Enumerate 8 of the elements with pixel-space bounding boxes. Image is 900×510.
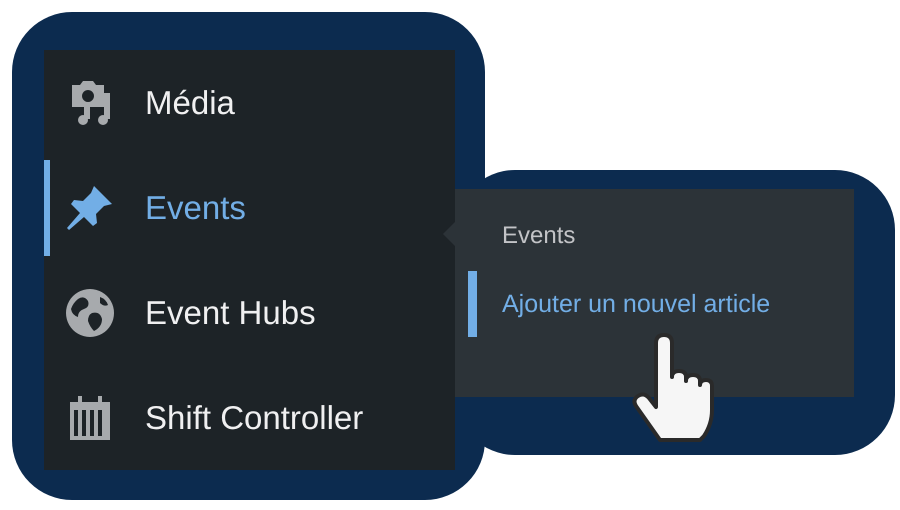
globe-icon	[66, 288, 114, 336]
sidebar-item[interactable]: Shift Controller	[44, 370, 455, 466]
sidebar-item[interactable]: Média	[44, 54, 455, 150]
sidebar-item[interactable]: Event Hubs	[44, 264, 455, 360]
media-icon	[72, 80, 110, 124]
calendar-icon	[70, 396, 110, 440]
submenu-title[interactable]: Events	[502, 222, 576, 250]
pushpin-icon	[67, 186, 112, 230]
